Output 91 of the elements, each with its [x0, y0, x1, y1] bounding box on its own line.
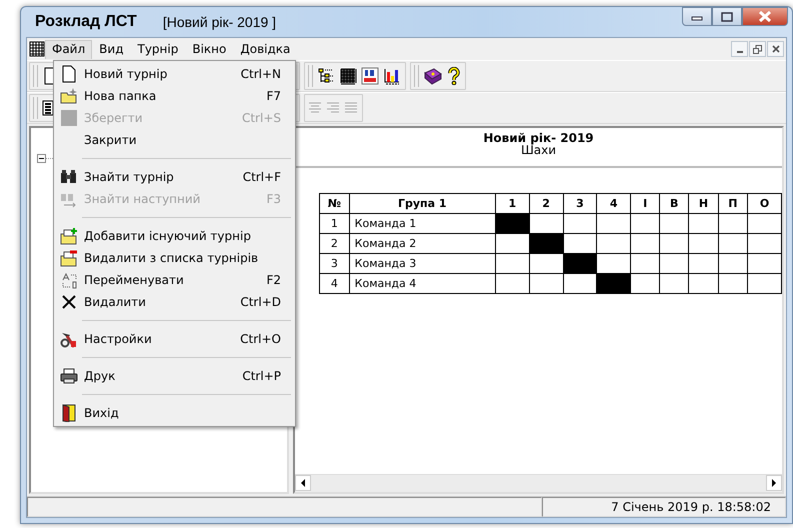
table-cell: [688, 234, 718, 254]
column-header: 2: [529, 194, 564, 214]
restore-icon: [753, 44, 762, 54]
minimize-button[interactable]: [682, 7, 712, 26]
table-cell: Команда 3: [349, 254, 496, 274]
document-icon: [60, 65, 78, 83]
column-header: П: [718, 194, 748, 214]
table-cell: [688, 214, 718, 234]
menu-item[interactable]: Вікно: [185, 40, 234, 58]
scroll-left-button[interactable]: [295, 475, 311, 491]
maximize-icon: [721, 12, 733, 22]
table-cell: [660, 214, 689, 234]
left-arrow-icon: [300, 479, 306, 487]
minimize-button[interactable]: [731, 41, 748, 57]
maximize-button[interactable]: [712, 7, 742, 26]
table-cell: [688, 274, 718, 294]
grid-icon[interactable]: [339, 67, 357, 85]
menu-item[interactable]: Закрити: [54, 129, 295, 151]
column-header: №: [320, 194, 350, 214]
scroll-right-button[interactable]: [766, 475, 782, 491]
table-cell: [660, 234, 689, 254]
close-icon: [758, 11, 772, 22]
table-cell: [748, 254, 782, 274]
folder-icon: [60, 87, 78, 105]
table-cell: [688, 254, 718, 274]
report-subtitle: Шахи: [520, 144, 556, 156]
exit-door-icon: [60, 404, 78, 422]
table-cell: Команда 2: [349, 234, 496, 254]
column-header: 4: [596, 194, 631, 214]
help-icon[interactable]: [447, 67, 461, 85]
table-cell: [630, 254, 660, 274]
column-header: Група 1: [349, 194, 496, 214]
list-icon[interactable]: [42, 99, 54, 117]
column-header: 3: [563, 194, 597, 214]
column-header: Н: [688, 194, 718, 214]
menu-item[interactable]: Турнір: [130, 40, 186, 58]
close-button[interactable]: [767, 41, 784, 57]
table-cell: 1: [320, 214, 350, 234]
menu-item[interactable]: Вид: [92, 40, 130, 58]
right-arrow-icon: [771, 479, 777, 487]
table-cell: [748, 274, 782, 294]
menu-item[interactable]: Перейменувати F2: [54, 269, 295, 291]
table-cell: 3: [320, 254, 350, 274]
table-cell: [630, 214, 660, 234]
folder-add-icon: [60, 227, 78, 245]
grid-icon[interactable]: [29, 41, 45, 57]
menu-item[interactable]: Добавити існуючий турнір: [54, 225, 295, 247]
table-cell: [718, 234, 748, 254]
binoculars-icon: [60, 168, 78, 186]
tree-icon[interactable]: [317, 67, 335, 85]
delete-icon: [60, 293, 78, 311]
menu-item[interactable]: Видалити Ctrl+D: [54, 291, 295, 313]
close-button[interactable]: [742, 7, 788, 26]
save-icon: [60, 109, 78, 127]
table-cell: [630, 274, 660, 294]
folder-remove-icon: [60, 249, 78, 267]
column-header: I: [630, 194, 660, 214]
column-header: В: [660, 194, 689, 214]
window-title: Розклад ЛСТ: [35, 13, 137, 31]
table-cell: Команда 1: [349, 214, 496, 234]
horizontal-scrollbar[interactable]: [295, 474, 782, 492]
table-cell: [718, 214, 748, 234]
table-cell: Команда 4: [349, 274, 496, 294]
menu-item[interactable]: Друк Ctrl+P: [54, 365, 295, 387]
table-cell: [748, 214, 782, 234]
menu-item[interactable]: Настройки Ctrl+O: [54, 328, 295, 350]
table-cell: [718, 254, 748, 274]
table-cell: [718, 274, 748, 294]
menu-item[interactable]: Знайти турнір Ctrl+F: [54, 166, 295, 188]
table-cell: 4: [320, 274, 350, 294]
menu-item[interactable]: Нова папка F7: [54, 85, 295, 107]
document-title: [Новий рік- 2019 ]: [162, 14, 276, 30]
table-cell: [748, 234, 782, 254]
bar-chart-icon[interactable]: [383, 67, 401, 85]
menu-item[interactable]: Довідка: [233, 40, 298, 58]
status-datetime: 7 Січень 2019 р. 18:58:02: [542, 497, 786, 517]
menu-item[interactable]: Видалити з списка турнірів: [54, 247, 295, 269]
menu-item[interactable]: Вихід: [54, 402, 295, 424]
table-cell: [630, 234, 660, 254]
tools-icon: [60, 330, 78, 348]
printer-icon: [60, 367, 78, 385]
table-cell: 2: [320, 234, 350, 254]
column-header: О: [748, 194, 782, 214]
close-icon: [772, 45, 780, 53]
rename-icon: [60, 271, 78, 289]
report-title: Новий рік- 2019: [483, 132, 594, 144]
restore-button[interactable]: [749, 41, 766, 57]
menu-item[interactable]: Файл: [45, 40, 92, 58]
table-cell: [660, 274, 689, 294]
table-cell: [660, 254, 689, 274]
menu-item[interactable]: Новий турнір Ctrl+N: [54, 63, 295, 85]
